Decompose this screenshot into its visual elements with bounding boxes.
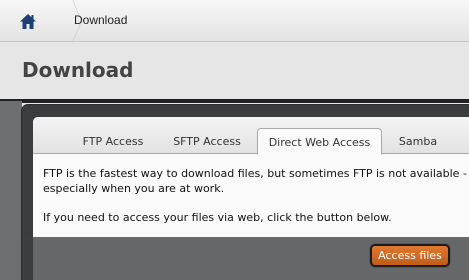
page-title: Download bbox=[22, 58, 134, 82]
description-web: If you need to access your files via web… bbox=[43, 211, 392, 224]
tab-sftp-access[interactable]: SFTP Access bbox=[166, 128, 248, 154]
tab-samba[interactable]: Samba bbox=[392, 128, 444, 154]
breadcrumb-current[interactable]: Download bbox=[74, 13, 127, 27]
home-icon bbox=[20, 13, 36, 29]
overlay-top-edge bbox=[0, 99, 469, 103]
tab-direct-web-access[interactable]: Direct Web Access bbox=[257, 128, 382, 155]
overlay-left-edge bbox=[0, 101, 22, 280]
tab-ftp-access[interactable]: FTP Access bbox=[73, 128, 153, 154]
access-files-button[interactable]: Access files bbox=[370, 244, 450, 267]
description-ftp: FTP is the fastest way to download files… bbox=[43, 167, 467, 195]
home-button[interactable] bbox=[0, 0, 56, 42]
